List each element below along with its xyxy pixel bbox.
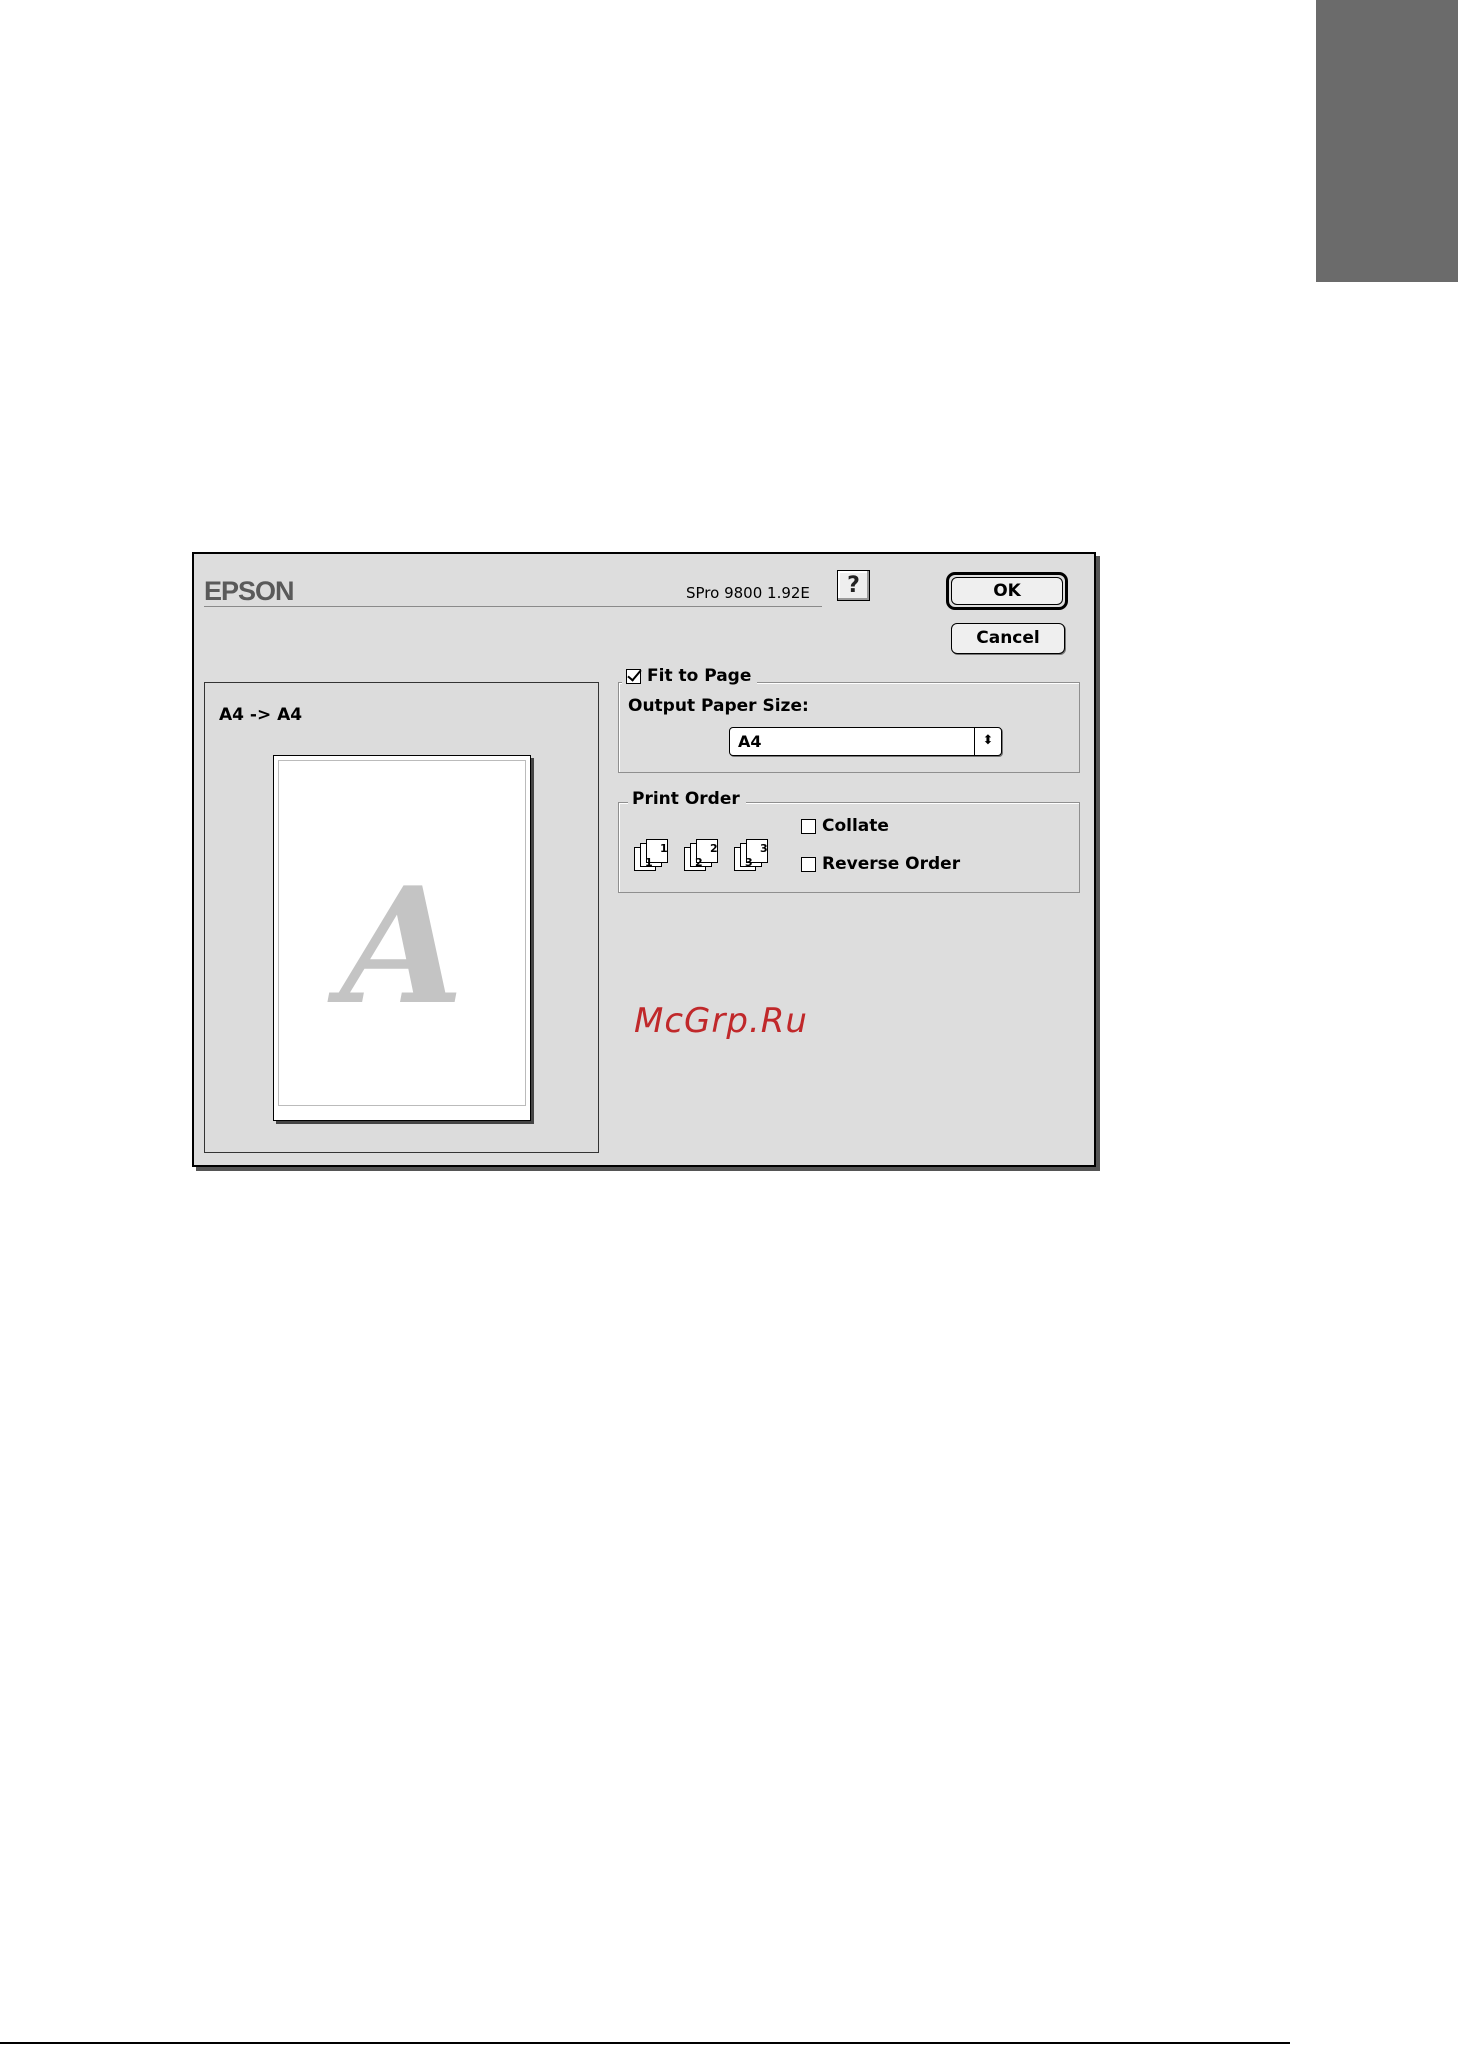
- paper-size-conversion-label: A4 -> A4: [219, 705, 303, 725]
- fit-to-page-checkbox[interactable]: [626, 668, 641, 684]
- stack-back-number: 1: [660, 842, 668, 855]
- driver-version: SPro 9800 1.92E: [686, 584, 810, 602]
- output-paper-size-label: Output Paper Size:: [628, 696, 809, 716]
- ok-button-label: OK: [951, 577, 1063, 605]
- help-button[interactable]: ?: [837, 570, 870, 601]
- cancel-button[interactable]: Cancel: [951, 623, 1065, 654]
- stack-front-number: 2: [695, 856, 703, 869]
- up-down-arrows-icon: ⬍: [974, 728, 1001, 755]
- brand-logo: EPSON: [204, 576, 295, 606]
- page-stack-icon-1: 1 1: [634, 839, 676, 873]
- print-order-title: Print Order: [628, 789, 746, 809]
- page-preview-panel: A4 -> A4 A: [204, 682, 599, 1153]
- reverse-order-label: Reverse Order: [822, 854, 961, 874]
- collate-label: Collate: [822, 816, 889, 836]
- stack-back-number: 2: [710, 842, 718, 855]
- page-stack-icon-2: 2 2: [684, 839, 726, 873]
- stack-front-number: 1: [645, 856, 653, 869]
- ok-button[interactable]: OK: [946, 572, 1068, 610]
- preview-sample-glyph: A: [339, 852, 465, 1040]
- output-paper-size-select[interactable]: A4 ⬍: [729, 727, 1002, 756]
- epson-print-dialog: EPSON SPro 9800 1.92E ? OK Cancel A4 -> …: [192, 552, 1096, 1167]
- collate-option[interactable]: Collate: [801, 816, 889, 836]
- reverse-order-option[interactable]: Reverse Order: [801, 854, 960, 874]
- brand-divider: [204, 606, 822, 607]
- stack-back-number: 3: [760, 842, 768, 855]
- print-order-icons: 1 1 2 2 3 3: [634, 839, 776, 873]
- watermark-text: McGrp.Ru: [634, 1001, 808, 1041]
- fit-to-page-label: Fit to Page: [647, 666, 752, 686]
- page-stack-icon-3: 3 3: [734, 839, 776, 873]
- preview-paper: A: [273, 755, 531, 1121]
- section-tab-marker: [1316, 0, 1458, 282]
- reverse-order-checkbox[interactable]: [801, 856, 816, 872]
- stack-front-number: 3: [745, 856, 753, 869]
- fit-to-page-option[interactable]: Fit to Page: [622, 666, 758, 686]
- page-bottom-rule: [0, 2042, 1290, 2044]
- page: EPSON SPro 9800 1.92E ? OK Cancel A4 -> …: [0, 0, 1458, 2046]
- output-paper-size-value: A4: [738, 732, 762, 751]
- collate-checkbox[interactable]: [801, 818, 816, 834]
